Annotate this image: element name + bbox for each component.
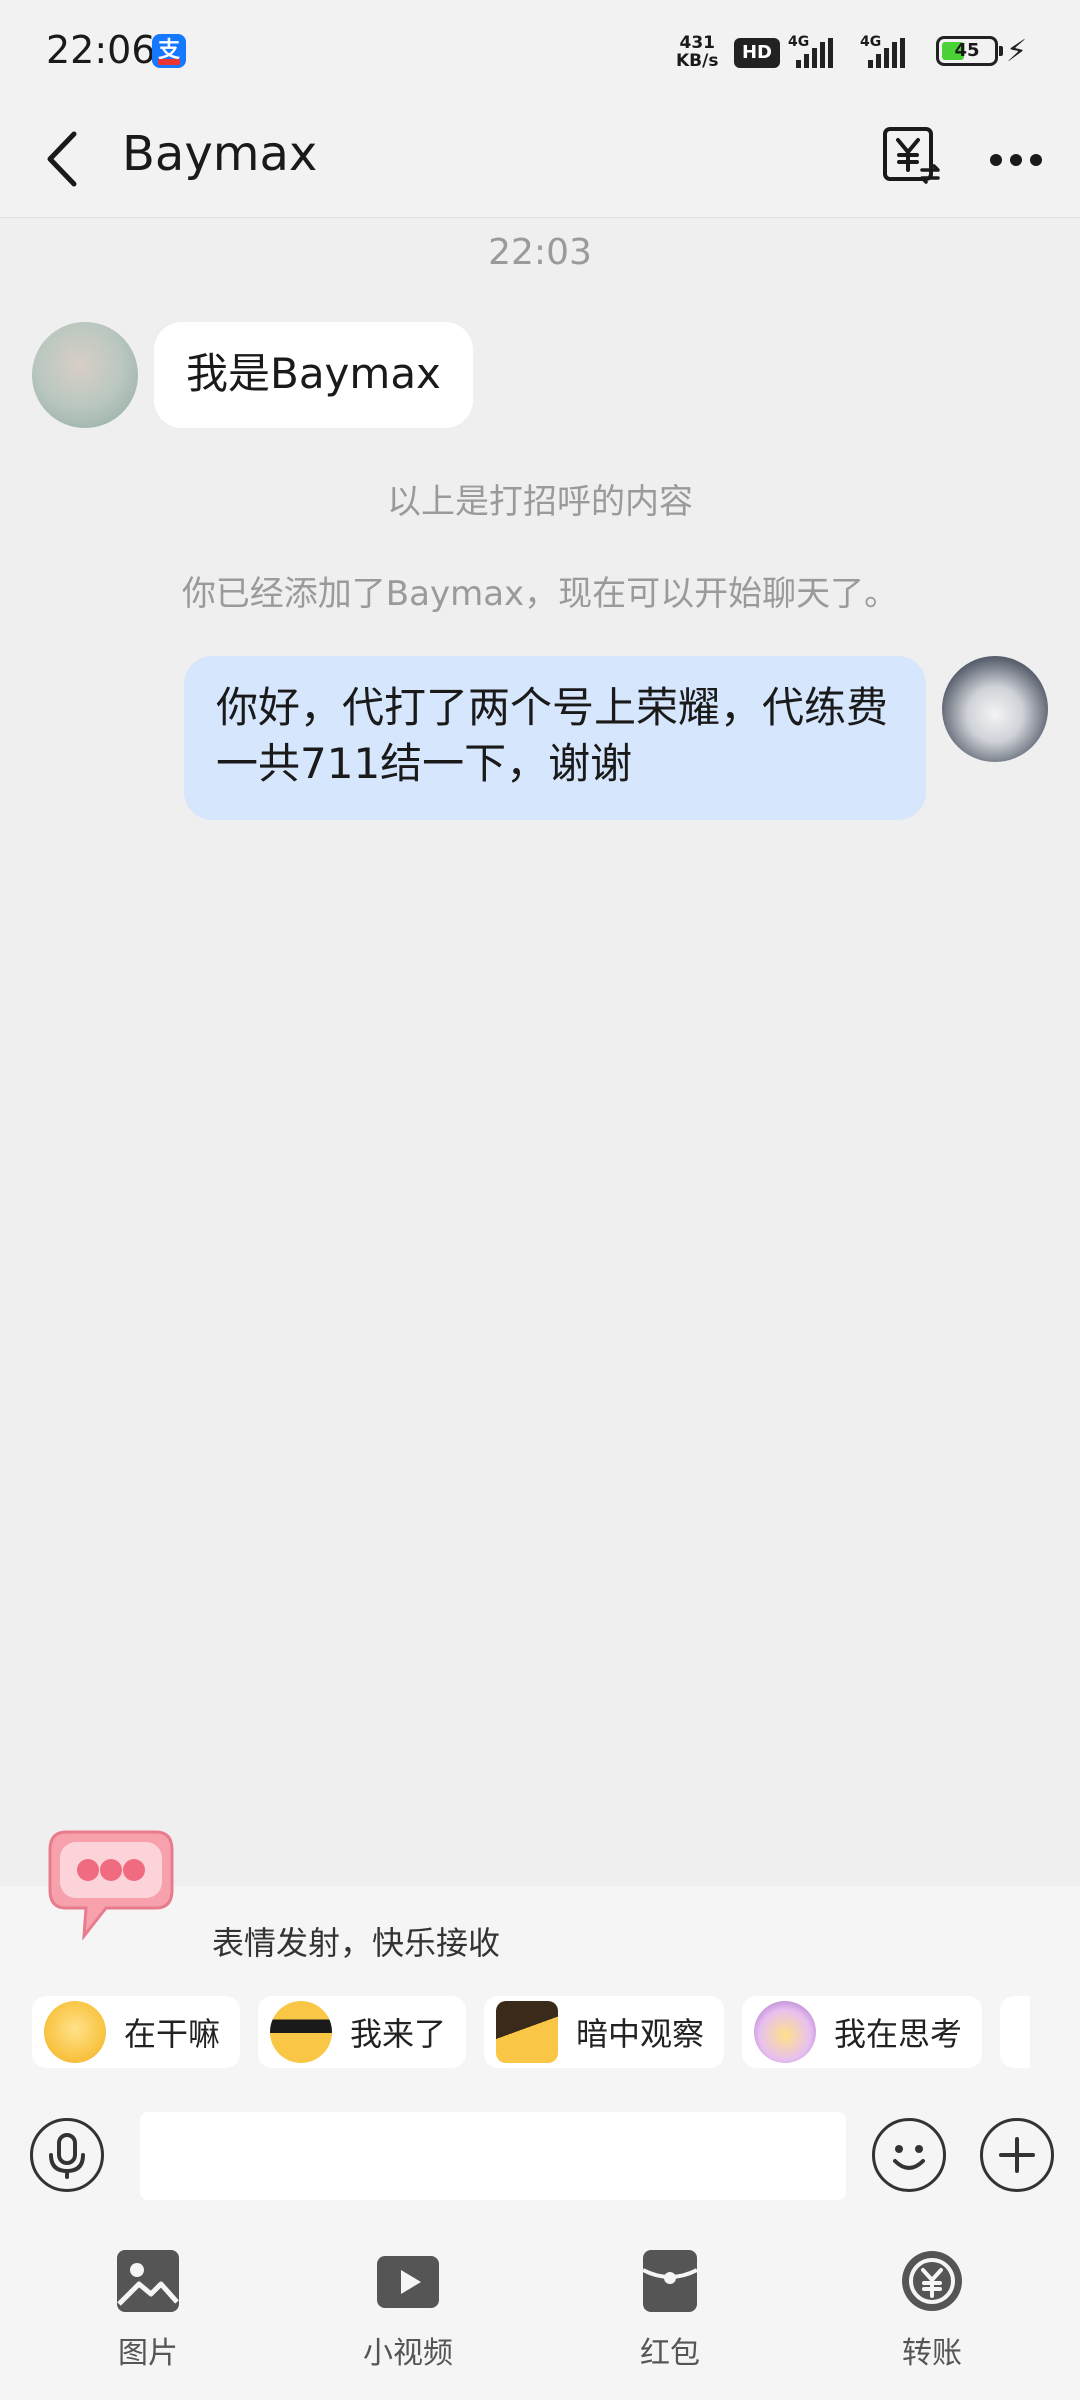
status-bar: 22:06 支 431 KB/s HD 4G 4G 45 ⚡ <box>0 0 1080 100</box>
network-speed-unit: KB/s <box>676 51 719 71</box>
toolbar-item-transfer[interactable]: 转账 <box>852 2248 1012 2372</box>
toolbar-item-label: 转账 <box>902 2336 962 2371</box>
microphone-icon <box>49 2133 85 2179</box>
hd-badge: HD <box>734 38 780 68</box>
chat-screen: 22:06 支 431 KB/s HD 4G 4G 45 ⚡ Baymax 22… <box>0 0 1080 2400</box>
toolbar-item-label: 红包 <box>640 2336 700 2371</box>
video-icon <box>377 2256 439 2308</box>
curious-face-emoji-icon <box>44 2001 106 2063</box>
more-options-button[interactable] <box>986 130 1046 190</box>
emoji-chip-label: 暗中观察 <box>576 2015 705 2053</box>
network-speed-value: 431 <box>679 33 715 53</box>
emoji-chip-label: 在干嘛 <box>124 2015 221 2053</box>
toolbar-item-label: 小视频 <box>363 2336 453 2371</box>
toolbar-item-red-envelope[interactable]: 红包 <box>590 2248 750 2372</box>
emoji-panel-title: 表情发射，快乐接收 <box>212 1924 501 1962</box>
charging-icon: ⚡ <box>1006 34 1028 69</box>
alipay-notification-icon: 支 <box>152 34 186 68</box>
speech-bubble-icon <box>44 1820 180 1944</box>
plus-icon <box>999 2137 1035 2173</box>
incoming-message-bubble[interactable]: 我是Baymax <box>154 322 473 428</box>
emoji-chip[interactable]: 在干嘛 <box>32 1996 241 2068</box>
red-envelope-icon <box>642 2250 698 2312</box>
smiley-icon <box>893 2145 925 2170</box>
signal-icon: 4G <box>860 34 920 68</box>
chevron-left-icon <box>47 131 77 187</box>
contact-avatar[interactable] <box>32 322 138 428</box>
outgoing-message-bubble[interactable]: 你好，代打了两个号上荣耀，代练费一共711结一下，谢谢 <box>184 656 926 820</box>
thinking-face-emoji-icon <box>754 2001 817 2063</box>
system-message: 你已经添加了Baymax，现在可以开始聊天了。 <box>181 574 899 614</box>
more-functions-button[interactable] <box>980 2118 1054 2192</box>
system-message: 以上是打招呼的内容 <box>387 482 693 522</box>
currency-exchange-button[interactable] <box>880 124 944 188</box>
message-timestamp: 22:03 <box>488 232 592 273</box>
emoji-chip[interactable]: 我来了 <box>258 1996 467 2068</box>
status-time: 22:06 <box>46 28 156 72</box>
binoculars-peek-emoji-icon <box>496 2001 559 2063</box>
chat-header: Baymax <box>0 100 1080 218</box>
message-input[interactable] <box>140 2112 846 2200</box>
more-dots-icon <box>990 154 1042 166</box>
toolbar-item-image[interactable]: 图片 <box>68 2248 228 2372</box>
emoji-chip[interactable]: 暗中观察 <box>484 1996 725 2068</box>
emoji-button[interactable] <box>872 2118 946 2192</box>
voice-input-button[interactable] <box>30 2118 104 2192</box>
chat-title: Baymax <box>122 126 318 182</box>
network-speed: 431 KB/s <box>676 34 718 70</box>
image-icon <box>117 2250 179 2312</box>
back-button[interactable] <box>38 124 98 194</box>
emoji-chip-row: 在干嘛 我来了 暗中观察 我在思考 <box>32 1996 1031 2068</box>
signal-icon: 4G <box>788 34 848 68</box>
yuan-exchange-icon <box>883 127 940 184</box>
emoji-chip[interactable]: 我在思考 <box>742 1996 983 2068</box>
my-avatar[interactable] <box>942 656 1048 762</box>
emoji-chip-label: 我在思考 <box>834 2015 963 2053</box>
toolbar-item-video[interactable]: 小视频 <box>328 2248 488 2372</box>
battery-level: 45 <box>954 40 980 61</box>
emoji-chip[interactable] <box>1000 1996 1031 2068</box>
battery-icon: 45 <box>936 36 1003 66</box>
navigation-bar <box>0 2386 1080 2400</box>
emoji-chip-label: 我来了 <box>350 2015 447 2053</box>
sunglasses-face-emoji-icon <box>270 2001 333 2063</box>
toolbar-item-label: 图片 <box>118 2336 178 2371</box>
transfer-icon <box>902 2251 962 2311</box>
